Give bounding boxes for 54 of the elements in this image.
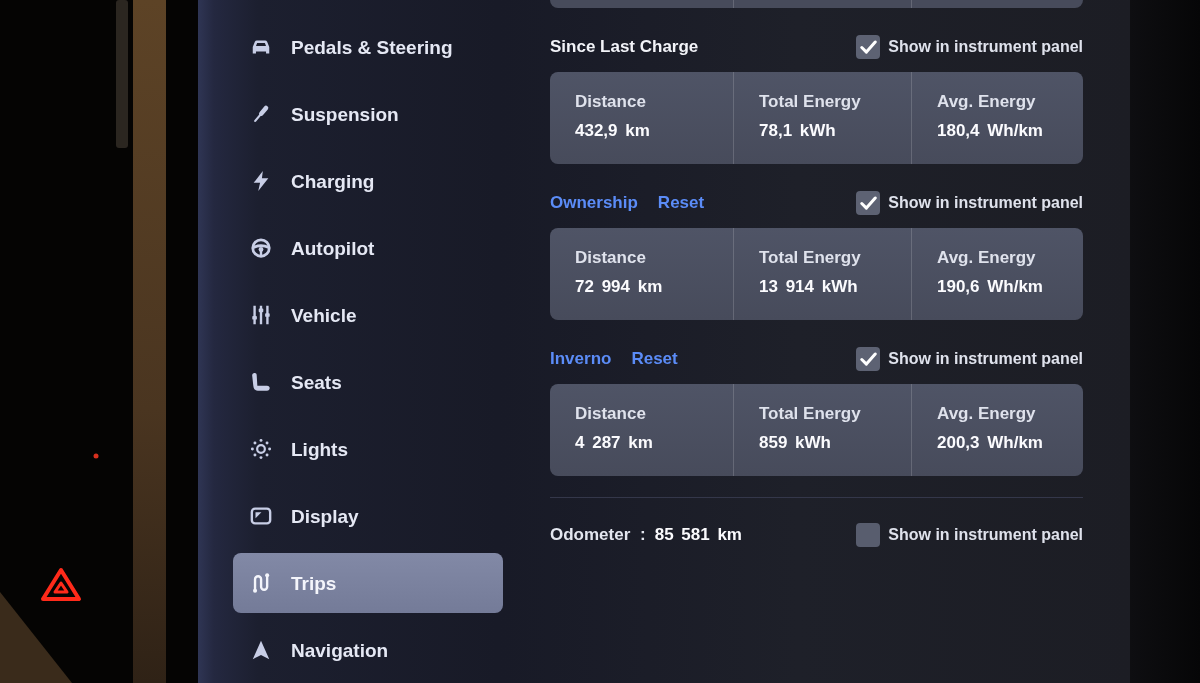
stat-label: Avg. Energy — [937, 403, 1037, 425]
seat-icon — [250, 371, 272, 393]
stat-value: 78,1 kWh — [759, 120, 837, 142]
stat-value: 180,4 Wh/km — [937, 120, 1044, 142]
reset-link[interactable]: Reset — [657, 193, 705, 213]
section-title: Since Last Charge — [550, 37, 699, 57]
stat-value: 859 kWh — [759, 432, 832, 454]
stat-label: Distance — [575, 403, 647, 425]
checkbox[interactable] — [856, 35, 881, 59]
sidebar-item[interactable]: Pedals & Steering — [233, 17, 503, 77]
stat-label: Total Energy — [759, 91, 862, 113]
display-icon — [250, 505, 272, 527]
sidebar-item[interactable]: Vehicle — [233, 285, 503, 345]
stat-value: 200,3 Wh/km — [937, 432, 1044, 454]
stat-label: Avg. Energy — [937, 247, 1037, 269]
checkmark-icon — [859, 196, 877, 210]
checkbox-label[interactable]: Show in instrument panel — [888, 525, 1083, 545]
sidebar-item[interactable]: Charging — [233, 151, 503, 211]
sidebar-item[interactable]: Autopilot — [233, 218, 503, 278]
sun-icon — [250, 438, 272, 460]
checkbox-label[interactable]: Show in instrument panel — [888, 37, 1083, 57]
stat-label: Distance — [575, 247, 647, 269]
trip-name[interactable]: Inverno — [550, 349, 612, 369]
reset-link[interactable]: Reset — [631, 349, 678, 369]
steering-wheel-icon — [250, 237, 272, 259]
checkmark-icon — [859, 352, 877, 366]
stat-value: 13 914 kWh — [759, 276, 859, 298]
navigation-arrow-icon — [250, 639, 272, 661]
hazard-light-icon[interactable] — [41, 568, 81, 601]
odometer-label: Odometer : — [550, 525, 646, 545]
stat-label: Avg. Energy — [937, 91, 1037, 113]
checkbox[interactable] — [856, 523, 881, 547]
stat-value: 72 994 km — [575, 276, 664, 298]
stat-value: 4 287 km — [575, 432, 654, 454]
stat-label: Total Energy — [759, 247, 862, 269]
indicator-light-icon — [93, 453, 99, 459]
route-icon — [250, 572, 272, 594]
checkmark-icon — [859, 40, 877, 54]
sidebar-item[interactable]: Seats — [233, 352, 503, 412]
checkbox-label[interactable]: Show in instrument panel — [888, 193, 1083, 213]
stat-label: Distance — [575, 91, 647, 113]
sidebar-item[interactable]: Lights — [233, 419, 503, 479]
checkbox-label[interactable]: Show in instrument panel — [888, 349, 1083, 369]
trip-name[interactable]: Ownership — [550, 193, 638, 213]
odometer-value: 85 581 km — [654, 525, 742, 545]
sidebar-item[interactable]: Navigation — [233, 620, 503, 680]
stat-label: Total Energy — [759, 403, 862, 425]
sidebar-item[interactable]: Suspension — [233, 84, 503, 144]
stat-value: 190,6 Wh/km — [937, 276, 1044, 298]
checkbox[interactable] — [856, 347, 881, 371]
stat-value: 432,9 km — [575, 120, 651, 142]
checkbox[interactable] — [856, 191, 881, 215]
sliders-icon — [250, 304, 272, 326]
sidebar-item[interactable]: Display — [233, 486, 503, 546]
